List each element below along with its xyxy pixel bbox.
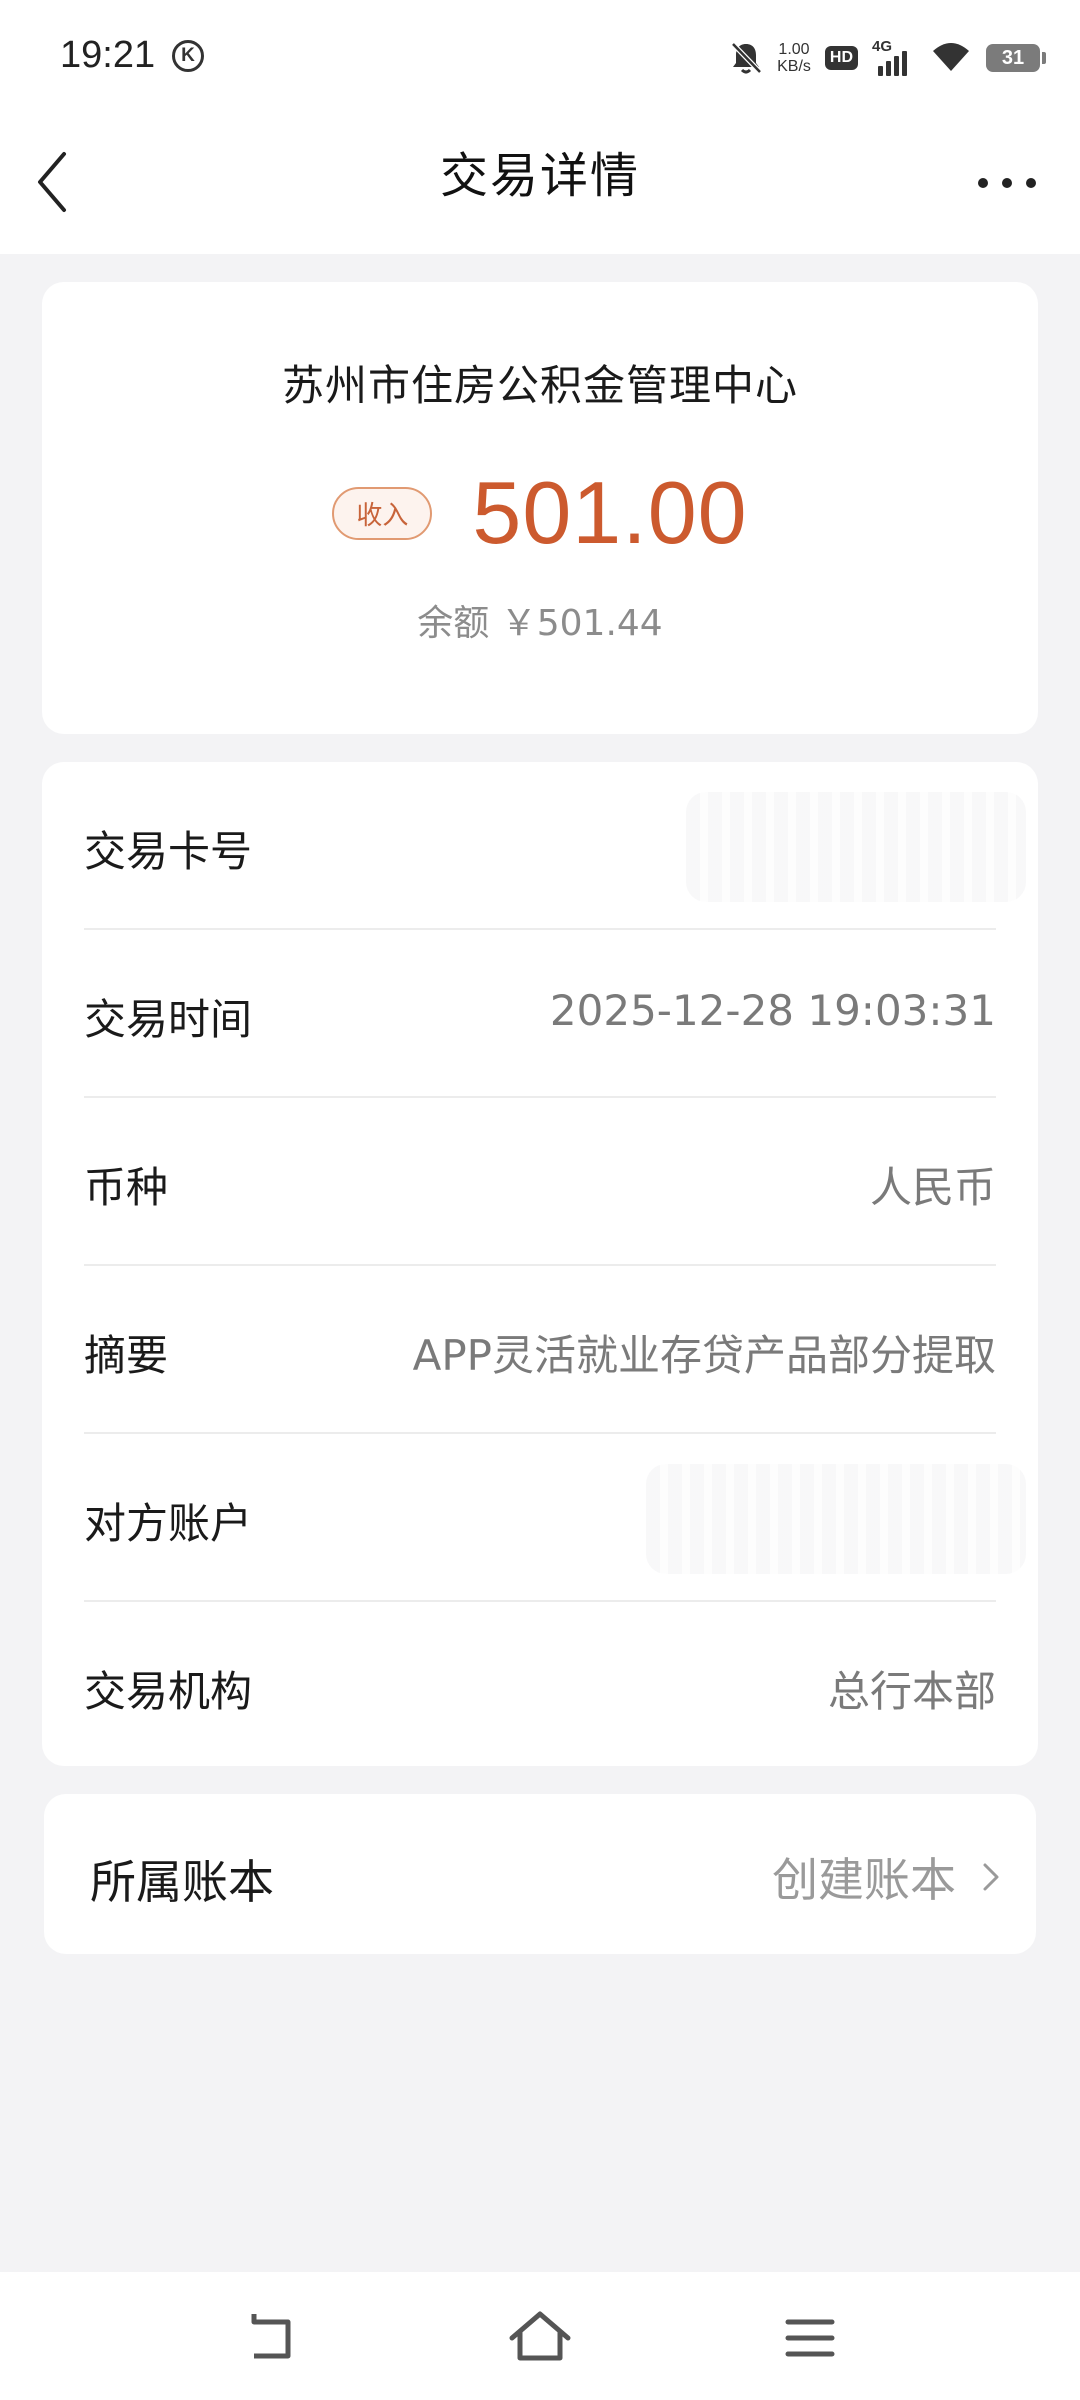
more-button[interactable] [970,146,1050,216]
details-card: 交易卡号 交易时间 2025-12-28 19:03:31 币种 人民币 摘要 … [42,762,1038,1766]
back-nav-icon [251,2314,291,2359]
detail-label: 对方账户 [84,1499,253,1548]
detail-label: 交易时间 [84,995,253,1044]
home-nav-icon [509,2311,571,2361]
amount-row: 收入 501.00 [42,462,1038,564]
more-dot [1026,178,1036,188]
status-bar: 19:21 K 1.00 KB/s HD 4G 31 [0,0,1080,110]
more-dot [1002,178,1012,188]
battery-icon: 31 [986,44,1046,72]
detail-value: 人民币 [869,1163,996,1212]
create-ledger-button[interactable]: 创建账本 [772,1844,1002,1910]
detail-row-time: 交易时间 2025-12-28 19:03:31 [84,930,996,1098]
balance-text: 余额 ￥501.44 [417,603,663,644]
detail-label: 摘要 [84,1331,169,1380]
payer-name: 苏州市住房公积金管理中心 [281,361,798,410]
nav-bar: 交易详情 [0,110,1080,254]
detail-label: 币种 [84,1163,169,1212]
detail-label: 交易卡号 [84,827,253,876]
income-badge: 收入 [332,486,433,540]
system-nav-bar [0,2272,1080,2400]
detail-value: APP灵活就业存贷产品部分提取 [412,1331,996,1380]
mute-bell-icon [731,42,762,74]
detail-row-counterparty: 对方账户 [84,1434,1026,1602]
ledger-label: 所属账本 [90,1855,274,1909]
detail-row-currency: 币种 人民币 [84,1098,996,1266]
net-speed-value: 1.00 [778,41,810,58]
detail-row-institution: 交易机构 总行本部 [84,1602,996,1770]
net-speed: 1.00 KB/s [777,41,811,75]
net-speed-unit: KB/s [777,58,811,75]
detail-label: 交易机构 [84,1667,253,1716]
system-menu-button[interactable] [770,2298,850,2378]
status-icons: 1.00 KB/s HD 4G 31 [729,36,1046,80]
chevron-right-icon [983,1863,999,1891]
ledger-row[interactable]: 所属账本 创建账本 [44,1794,1036,1954]
masked-value [646,1464,1026,1574]
system-back-button[interactable] [230,2298,310,2378]
more-dots-icon [978,178,988,188]
detail-row-summary: 摘要 APP灵活就业存贷产品部分提取 [84,1266,996,1434]
signal-icon: 4G [872,38,916,76]
detail-row-card-number: 交易卡号 [84,762,1026,930]
detail-value: 总行本部 [827,1667,996,1716]
detail-value: 2025-12-28 19:03:31 [549,986,996,1035]
k-icon: K [172,40,204,72]
create-ledger-label: 创建账本 [772,1853,956,1907]
transaction-amount: 501.00 [472,463,748,562]
wifi-icon [933,43,969,71]
network-type: 4G [872,38,893,55]
menu-nav-icon [785,2319,835,2357]
system-home-button[interactable] [500,2298,580,2378]
page-title: 交易详情 [439,148,640,204]
hd-icon: HD [824,46,858,70]
summary-card: 苏州市住房公积金管理中心 收入 501.00 余额 ￥501.44 [42,282,1038,734]
masked-value [686,792,1026,902]
status-time: 19:21 [60,34,156,76]
